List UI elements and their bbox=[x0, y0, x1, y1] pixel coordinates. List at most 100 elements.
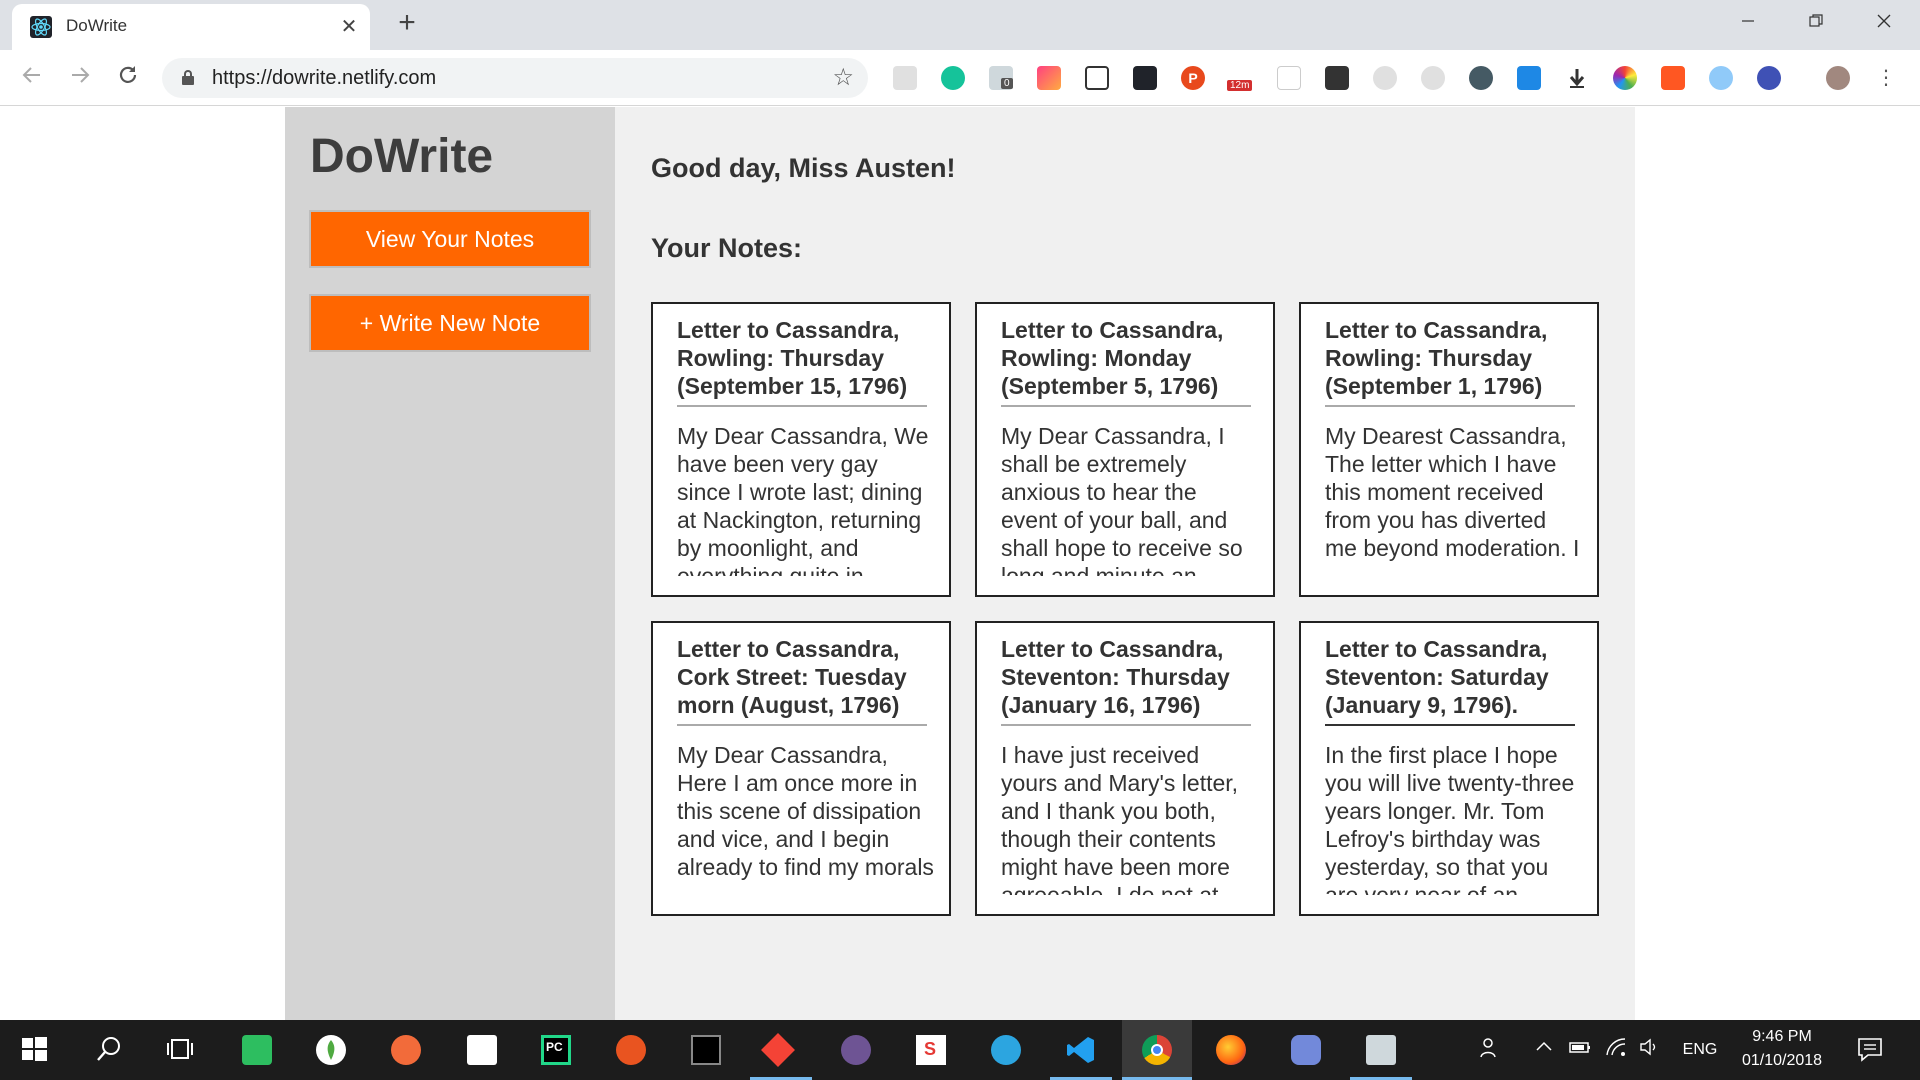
react-devtools-icon[interactable] bbox=[1133, 66, 1157, 90]
notes-heading: Your Notes: bbox=[651, 233, 803, 263]
w-extension-icon[interactable] bbox=[1469, 66, 1493, 90]
desktop-app-icon[interactable] bbox=[1366, 1035, 1396, 1065]
new-tab-button[interactable]: + bbox=[392, 8, 422, 38]
note-divider bbox=[677, 405, 927, 407]
react-favicon-icon bbox=[30, 16, 52, 38]
forward-arrow-icon[interactable] bbox=[64, 62, 96, 94]
note-card[interactable]: Letter to Cassandra, Rowling: Thursday (… bbox=[651, 302, 951, 597]
write-new-note-button[interactable]: + Write New Note bbox=[309, 294, 591, 352]
p-extension-icon[interactable]: P bbox=[1181, 66, 1205, 90]
note-title: Letter to Cassandra, Steventon: Saturday… bbox=[1325, 636, 1549, 718]
extension-icon[interactable] bbox=[893, 66, 917, 90]
note-title: Letter to Cassandra, Rowling: Monday (Se… bbox=[1001, 317, 1224, 399]
tab-title: DoWrite bbox=[66, 16, 128, 35]
vscode-icon[interactable] bbox=[1066, 1035, 1096, 1065]
note-title: Letter to Cassandra, Rowling: Thursday (… bbox=[677, 317, 908, 399]
sidebar: DoWrite View Your Notes + Write New Note bbox=[285, 107, 615, 1020]
note-divider bbox=[677, 724, 927, 726]
clock-time[interactable]: 9:46 PM bbox=[1732, 1028, 1832, 1046]
grammarly-icon[interactable] bbox=[941, 66, 965, 90]
chevron-up-icon[interactable] bbox=[1534, 1035, 1554, 1065]
note-title: Letter to Cassandra, Rowling: Thursday (… bbox=[1325, 317, 1548, 399]
moon-extension-icon[interactable] bbox=[1421, 66, 1445, 90]
note-preview: In the first place I hope you will live … bbox=[1325, 742, 1575, 895]
extension-badge: 0 bbox=[1001, 78, 1013, 89]
note-divider bbox=[1001, 405, 1251, 407]
clock-extension-icon[interactable] bbox=[1709, 66, 1733, 90]
bookmark-star-icon[interactable]: ☆ bbox=[832, 63, 854, 92]
page-content: DoWrite View Your Notes + Write New Note… bbox=[0, 107, 1920, 1020]
note-divider bbox=[1325, 405, 1575, 407]
clock-date[interactable]: 01/10/2018 bbox=[1732, 1052, 1832, 1070]
gitkraken-icon[interactable] bbox=[761, 1033, 795, 1067]
menu-kebab-icon[interactable]: ⋮ bbox=[1874, 66, 1898, 90]
download-icon[interactable] bbox=[1565, 66, 1589, 90]
note-preview: My Dear Cassandra, I shall be extremely … bbox=[1001, 423, 1243, 576]
note-card[interactable]: Letter to Cassandra, Steventon: Thursday… bbox=[975, 621, 1275, 916]
notifications-icon[interactable] bbox=[1856, 1035, 1884, 1065]
note-divider bbox=[1001, 724, 1251, 726]
greeting: Good day, Miss Austen! bbox=[651, 153, 956, 183]
sublime-icon[interactable]: S bbox=[916, 1035, 946, 1065]
evernote-icon[interactable] bbox=[242, 1035, 272, 1065]
people-icon[interactable] bbox=[1478, 1035, 1502, 1065]
calendar-extension-icon[interactable] bbox=[1277, 66, 1301, 90]
lock-icon bbox=[182, 70, 194, 85]
reload-icon[interactable] bbox=[112, 62, 144, 94]
more-dots-extension-icon[interactable] bbox=[1325, 66, 1349, 90]
file-manager-icon[interactable] bbox=[467, 1035, 497, 1065]
note-card[interactable]: Letter to Cassandra, Steventon: Saturday… bbox=[1299, 621, 1599, 916]
postman-icon[interactable] bbox=[391, 1035, 421, 1065]
address-bar[interactable]: https://dowrite.netlify.com ☆ bbox=[162, 58, 868, 98]
restore-icon[interactable] bbox=[1796, 6, 1836, 40]
dark-extension-icon[interactable] bbox=[1757, 66, 1781, 90]
note-preview: My Dearest Cassandra, The letter which I… bbox=[1325, 423, 1580, 561]
view-notes-button[interactable]: View Your Notes bbox=[309, 210, 591, 268]
volume-icon[interactable] bbox=[1638, 1035, 1662, 1065]
task-view-icon[interactable] bbox=[165, 1035, 195, 1065]
battery-icon[interactable] bbox=[1568, 1035, 1592, 1065]
color-picker-icon[interactable] bbox=[1613, 66, 1637, 90]
browser-tabstrip: DoWrite ✕ + bbox=[0, 0, 1920, 50]
profile-avatar[interactable] bbox=[1826, 66, 1850, 90]
note-title: Letter to Cassandra, Cork Street: Tuesda… bbox=[677, 636, 907, 718]
blue-extension-icon[interactable] bbox=[1517, 66, 1541, 90]
note-title: Letter to Cassandra, Steventon: Thursday… bbox=[1001, 636, 1230, 718]
percent-extension-icon[interactable] bbox=[1661, 66, 1685, 90]
telegram-icon[interactable] bbox=[991, 1035, 1021, 1065]
url-text: https://dowrite.netlify.com bbox=[212, 67, 437, 89]
discord-icon[interactable] bbox=[1291, 1035, 1321, 1065]
timer-badge: 12m bbox=[1227, 80, 1253, 91]
note-card[interactable]: Letter to Cassandra, Rowling: Monday (Se… bbox=[975, 302, 1275, 597]
note-divider bbox=[1325, 724, 1575, 726]
chrome-icon[interactable] bbox=[1142, 1035, 1172, 1065]
note-preview: My Dear Cassandra, We have been very gay… bbox=[677, 423, 929, 576]
minimize-icon[interactable] bbox=[1728, 6, 1768, 40]
pycharm-icon[interactable]: PC bbox=[541, 1035, 571, 1065]
main-panel: Good day, Miss Austen! Your Notes: Lette… bbox=[615, 107, 1635, 1020]
note-card[interactable]: Letter to Cassandra, Cork Street: Tuesda… bbox=[651, 621, 951, 916]
circle-extension-icon[interactable] bbox=[1373, 66, 1397, 90]
timer-extension-icon[interactable]: 12m bbox=[1227, 66, 1253, 91]
terminal-icon[interactable] bbox=[691, 1035, 721, 1065]
back-arrow-icon[interactable] bbox=[16, 62, 48, 94]
close-window-icon[interactable] bbox=[1864, 6, 1904, 40]
mongodb-icon[interactable] bbox=[316, 1035, 346, 1065]
browser-tab[interactable]: DoWrite ✕ bbox=[12, 4, 370, 50]
language-indicator[interactable]: ENG bbox=[1678, 1041, 1722, 1059]
app-title: DoWrite bbox=[310, 130, 494, 183]
note-card[interactable]: Letter to Cassandra, Rowling: Thursday (… bbox=[1299, 302, 1599, 597]
note-preview: My Dear Cassandra, Here I am once more i… bbox=[677, 742, 934, 880]
puzzle-extension-icon[interactable]: 0 bbox=[989, 66, 1013, 90]
search-icon[interactable] bbox=[95, 1035, 125, 1065]
firefox-icon[interactable] bbox=[1216, 1035, 1246, 1065]
tab-close-icon[interactable]: ✕ bbox=[337, 14, 361, 38]
wifi-icon[interactable] bbox=[1604, 1035, 1628, 1065]
screenshot-icon[interactable] bbox=[1085, 66, 1109, 90]
windows-taskbar: PC S ENG 9:46 PM 01/10/2018 bbox=[0, 1020, 1920, 1080]
note-preview: I have just received yours and Mary's le… bbox=[1001, 742, 1239, 895]
windows-start-icon[interactable] bbox=[20, 1035, 50, 1065]
ubuntu-icon[interactable] bbox=[616, 1035, 646, 1065]
gradient-extension-icon[interactable] bbox=[1037, 66, 1061, 90]
github-icon[interactable] bbox=[841, 1035, 871, 1065]
